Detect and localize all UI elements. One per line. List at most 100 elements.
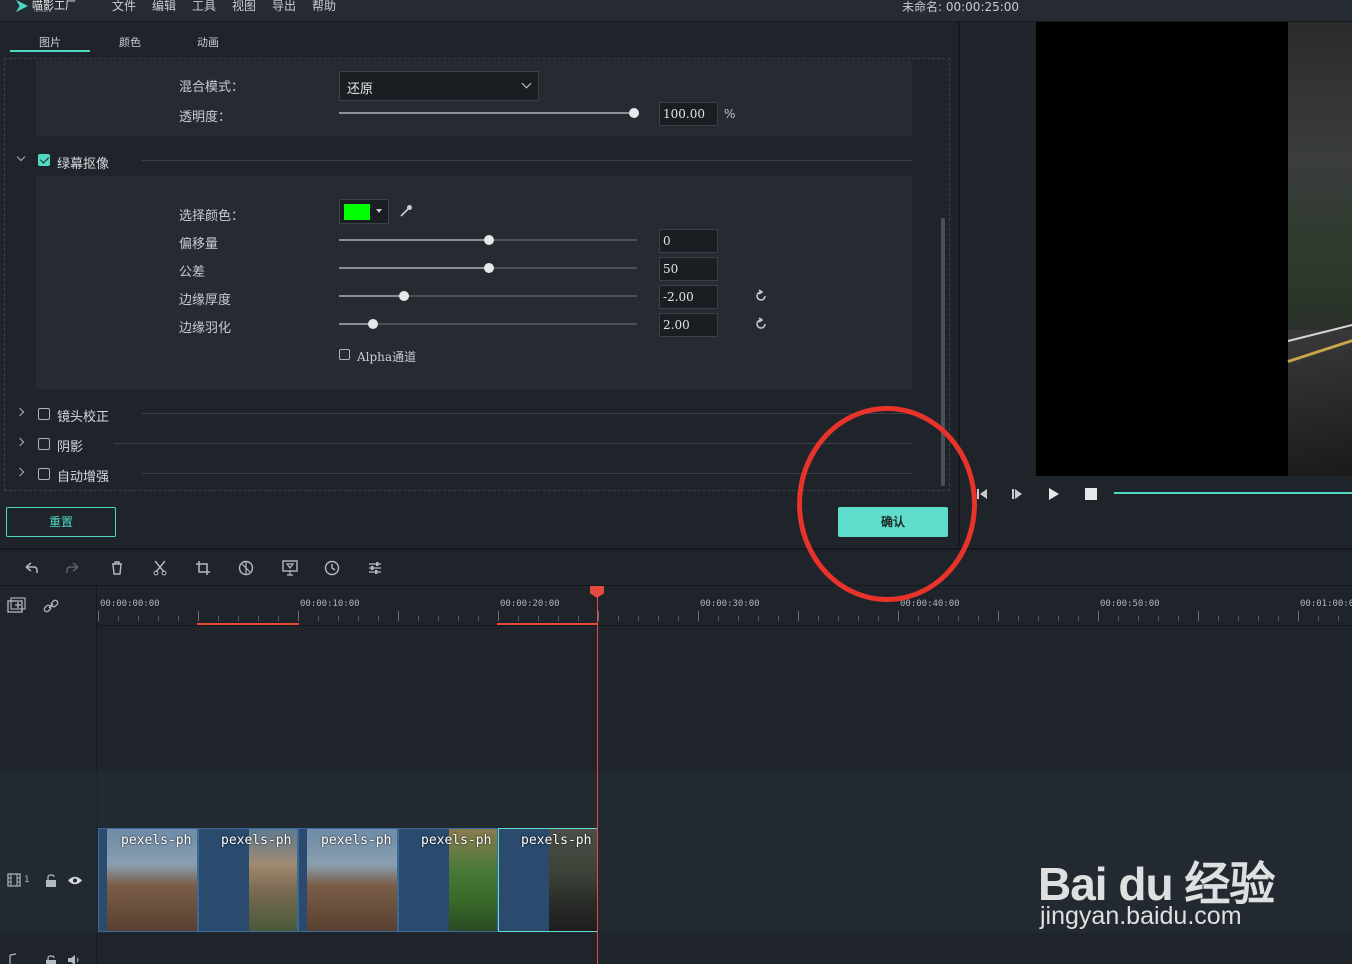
shadow-title[interactable]: 阴影 xyxy=(57,436,83,455)
reset-button[interactable]: 重置 xyxy=(6,507,116,537)
lock-icon[interactable] xyxy=(45,954,57,964)
track-row xyxy=(98,771,1352,827)
menu-tools[interactable]: 工具 xyxy=(192,0,216,12)
ruler-major-tick xyxy=(1098,611,1099,621)
auto-enhance-title[interactable]: 自动增强 xyxy=(57,466,109,485)
ruler-minor-tick xyxy=(358,616,359,621)
ruler-label: 00:00:10:00 xyxy=(300,599,360,609)
edge-thickness-label: 边缘厚度 xyxy=(179,293,232,308)
audio-track-icon xyxy=(6,953,22,964)
blend-mode-value: 还原 xyxy=(347,82,374,97)
tab-image[interactable]: 图片 xyxy=(10,34,90,50)
ruler-minor-tick xyxy=(518,616,519,621)
menu-view[interactable]: 视图 xyxy=(232,0,256,12)
tolerance-slider-thumb[interactable] xyxy=(484,263,494,273)
ruler-minor-tick xyxy=(418,616,419,621)
lens-correction-title[interactable]: 镜头校正 xyxy=(57,406,109,425)
timeline-clip[interactable]: pexels-ph xyxy=(298,828,398,932)
ruler-major-tick xyxy=(498,611,499,621)
adjust-icon[interactable] xyxy=(366,559,384,577)
ruler-minor-tick xyxy=(878,616,879,621)
baidu-watermark: Bai du 经验 jingyan.baidu.com xyxy=(1036,820,1336,940)
edge-thickness-input[interactable]: -2.00 xyxy=(659,285,718,309)
cut-icon[interactable] xyxy=(151,559,169,577)
menu-edit[interactable]: 编辑 xyxy=(152,0,176,12)
ruler-major-tick xyxy=(1298,611,1299,621)
chroma-key-checkbox[interactable] xyxy=(38,154,50,166)
prev-frame-icon[interactable] xyxy=(976,487,988,505)
lock-icon[interactable] xyxy=(45,874,57,887)
eye-icon[interactable] xyxy=(67,875,83,886)
opacity-label: 透明度： xyxy=(179,110,232,125)
tolerance-input[interactable]: 50 xyxy=(659,257,718,281)
play-icon[interactable] xyxy=(1048,487,1060,505)
ruler-minor-tick xyxy=(1158,616,1159,621)
add-track-icon[interactable] xyxy=(6,597,26,615)
ruler-minor-tick xyxy=(138,616,139,621)
offset-input[interactable]: 0 xyxy=(659,229,718,253)
auto-enhance-checkbox[interactable] xyxy=(38,468,50,480)
link-icon[interactable] xyxy=(42,597,60,615)
opacity-slider[interactable] xyxy=(339,112,637,114)
speed-icon[interactable] xyxy=(323,559,341,577)
menu-file[interactable]: 文件 xyxy=(112,0,136,12)
app-logo: 喵影工厂 filmora xyxy=(16,0,76,14)
ruler-minor-tick xyxy=(578,616,579,621)
crop-icon[interactable] xyxy=(194,559,212,577)
ruler-minor-tick xyxy=(978,616,979,621)
reset-icon[interactable] xyxy=(754,317,768,331)
timeline-clip[interactable]: pexels-ph xyxy=(98,828,198,932)
active-tab-indicator xyxy=(10,50,90,52)
edge-thickness-slider[interactable] xyxy=(339,295,637,297)
clip-title: pexels-ph xyxy=(421,833,492,848)
next-frame-icon[interactable] xyxy=(1011,487,1023,505)
ruler-minor-tick xyxy=(1118,616,1119,621)
ruler-minor-tick xyxy=(458,616,459,621)
shadow-checkbox[interactable] xyxy=(38,438,50,450)
chroma-key-section xyxy=(36,176,912,389)
lens-correction-checkbox[interactable] xyxy=(38,408,50,420)
opacity-slider-thumb[interactable] xyxy=(629,108,639,118)
color-picker[interactable] xyxy=(339,199,389,224)
playback-progress-bar[interactable] xyxy=(1114,492,1352,494)
alpha-channel-checkbox[interactable] xyxy=(339,349,350,360)
tab-color[interactable]: 颜色 xyxy=(90,34,170,50)
section-divider xyxy=(114,443,912,444)
clip-title: pexels-ph xyxy=(521,833,592,848)
edge-feather-slider[interactable] xyxy=(339,323,637,325)
opacity-input[interactable]: 100.00 xyxy=(659,102,718,126)
volume-icon[interactable] xyxy=(67,954,83,964)
ruler-minor-tick xyxy=(338,616,339,621)
timeline-clip[interactable]: pexels-ph xyxy=(498,828,598,932)
ruler-label: 00:00:50:00 xyxy=(1100,599,1160,609)
menu-export[interactable]: 导出 xyxy=(272,0,296,12)
timeline-clip[interactable]: pexels-ph xyxy=(198,828,298,932)
eyedropper-icon[interactable] xyxy=(398,203,414,219)
ruler-minor-tick xyxy=(1058,616,1059,621)
offset-slider-thumb[interactable] xyxy=(484,235,494,245)
blend-mode-dropdown[interactable]: 还原 xyxy=(339,71,539,101)
green-screen-icon[interactable] xyxy=(281,559,299,577)
redo-icon[interactable] xyxy=(64,559,82,577)
color-icon[interactable] xyxy=(237,559,255,577)
tab-animation[interactable]: 动画 xyxy=(168,34,248,50)
edge-feather-input[interactable]: 2.00 xyxy=(659,313,718,337)
stop-icon[interactable] xyxy=(1085,487,1097,505)
ruler-minor-tick xyxy=(678,616,679,621)
ruler-label: 00:01:00:00 xyxy=(1300,599,1352,609)
chevron-down-icon xyxy=(521,78,532,89)
edge-feather-slider-thumb[interactable] xyxy=(368,319,378,329)
timeline-clip[interactable]: pexels-ph xyxy=(398,828,498,932)
playhead-line[interactable] xyxy=(597,594,598,964)
edge-thickness-slider-thumb[interactable] xyxy=(399,291,409,301)
ruler-minor-tick xyxy=(278,616,279,621)
delete-icon[interactable] xyxy=(108,559,126,577)
section-divider xyxy=(142,160,912,161)
menu-help[interactable]: 帮助 xyxy=(312,0,336,12)
ruler-minor-tick xyxy=(218,616,219,621)
ruler-minor-tick xyxy=(1278,616,1279,621)
ruler-minor-tick xyxy=(958,616,959,621)
undo-icon[interactable] xyxy=(22,559,40,577)
reset-icon[interactable] xyxy=(754,289,768,303)
ruler-label: 00:00:30:00 xyxy=(700,599,760,609)
